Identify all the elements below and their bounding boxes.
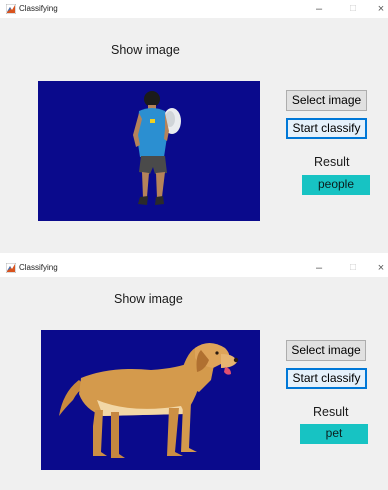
- result-label: Result: [313, 405, 349, 419]
- matlab-app-icon: [6, 4, 16, 14]
- classifier-window-2: Classifying – □ × Show image Select imag…: [0, 259, 388, 490]
- window-title: Classifying: [19, 4, 58, 13]
- maximize-icon[interactable]: □: [346, 261, 360, 275]
- result-value-box: people: [302, 175, 370, 195]
- show-image-label: Show image: [111, 43, 180, 57]
- matlab-app-icon: [6, 263, 16, 273]
- title-bar[interactable]: Classifying – □ ×: [0, 259, 388, 277]
- start-classify-button[interactable]: Start classify: [286, 368, 367, 389]
- dog-image: [59, 343, 239, 458]
- result-label: Result: [314, 155, 350, 169]
- show-image-label: Show image: [114, 292, 183, 306]
- minimize-icon[interactable]: –: [312, 261, 326, 275]
- result-value-box: pet: [300, 424, 368, 444]
- image-display-panel: [38, 81, 260, 221]
- person-image: [133, 91, 181, 205]
- close-icon[interactable]: ×: [374, 2, 388, 16]
- start-classify-button[interactable]: Start classify: [286, 118, 367, 139]
- image-display-panel: [41, 330, 260, 470]
- close-icon[interactable]: ×: [374, 261, 388, 275]
- window-title: Classifying: [19, 263, 58, 272]
- select-image-button[interactable]: Select image: [286, 90, 367, 111]
- classifier-window-1: Classifying – □ × Show image Select imag…: [0, 0, 388, 253]
- maximize-icon[interactable]: □: [346, 2, 360, 16]
- select-image-button[interactable]: Select image: [286, 340, 366, 361]
- minimize-icon[interactable]: –: [312, 2, 326, 16]
- title-bar[interactable]: Classifying – □ ×: [0, 0, 388, 18]
